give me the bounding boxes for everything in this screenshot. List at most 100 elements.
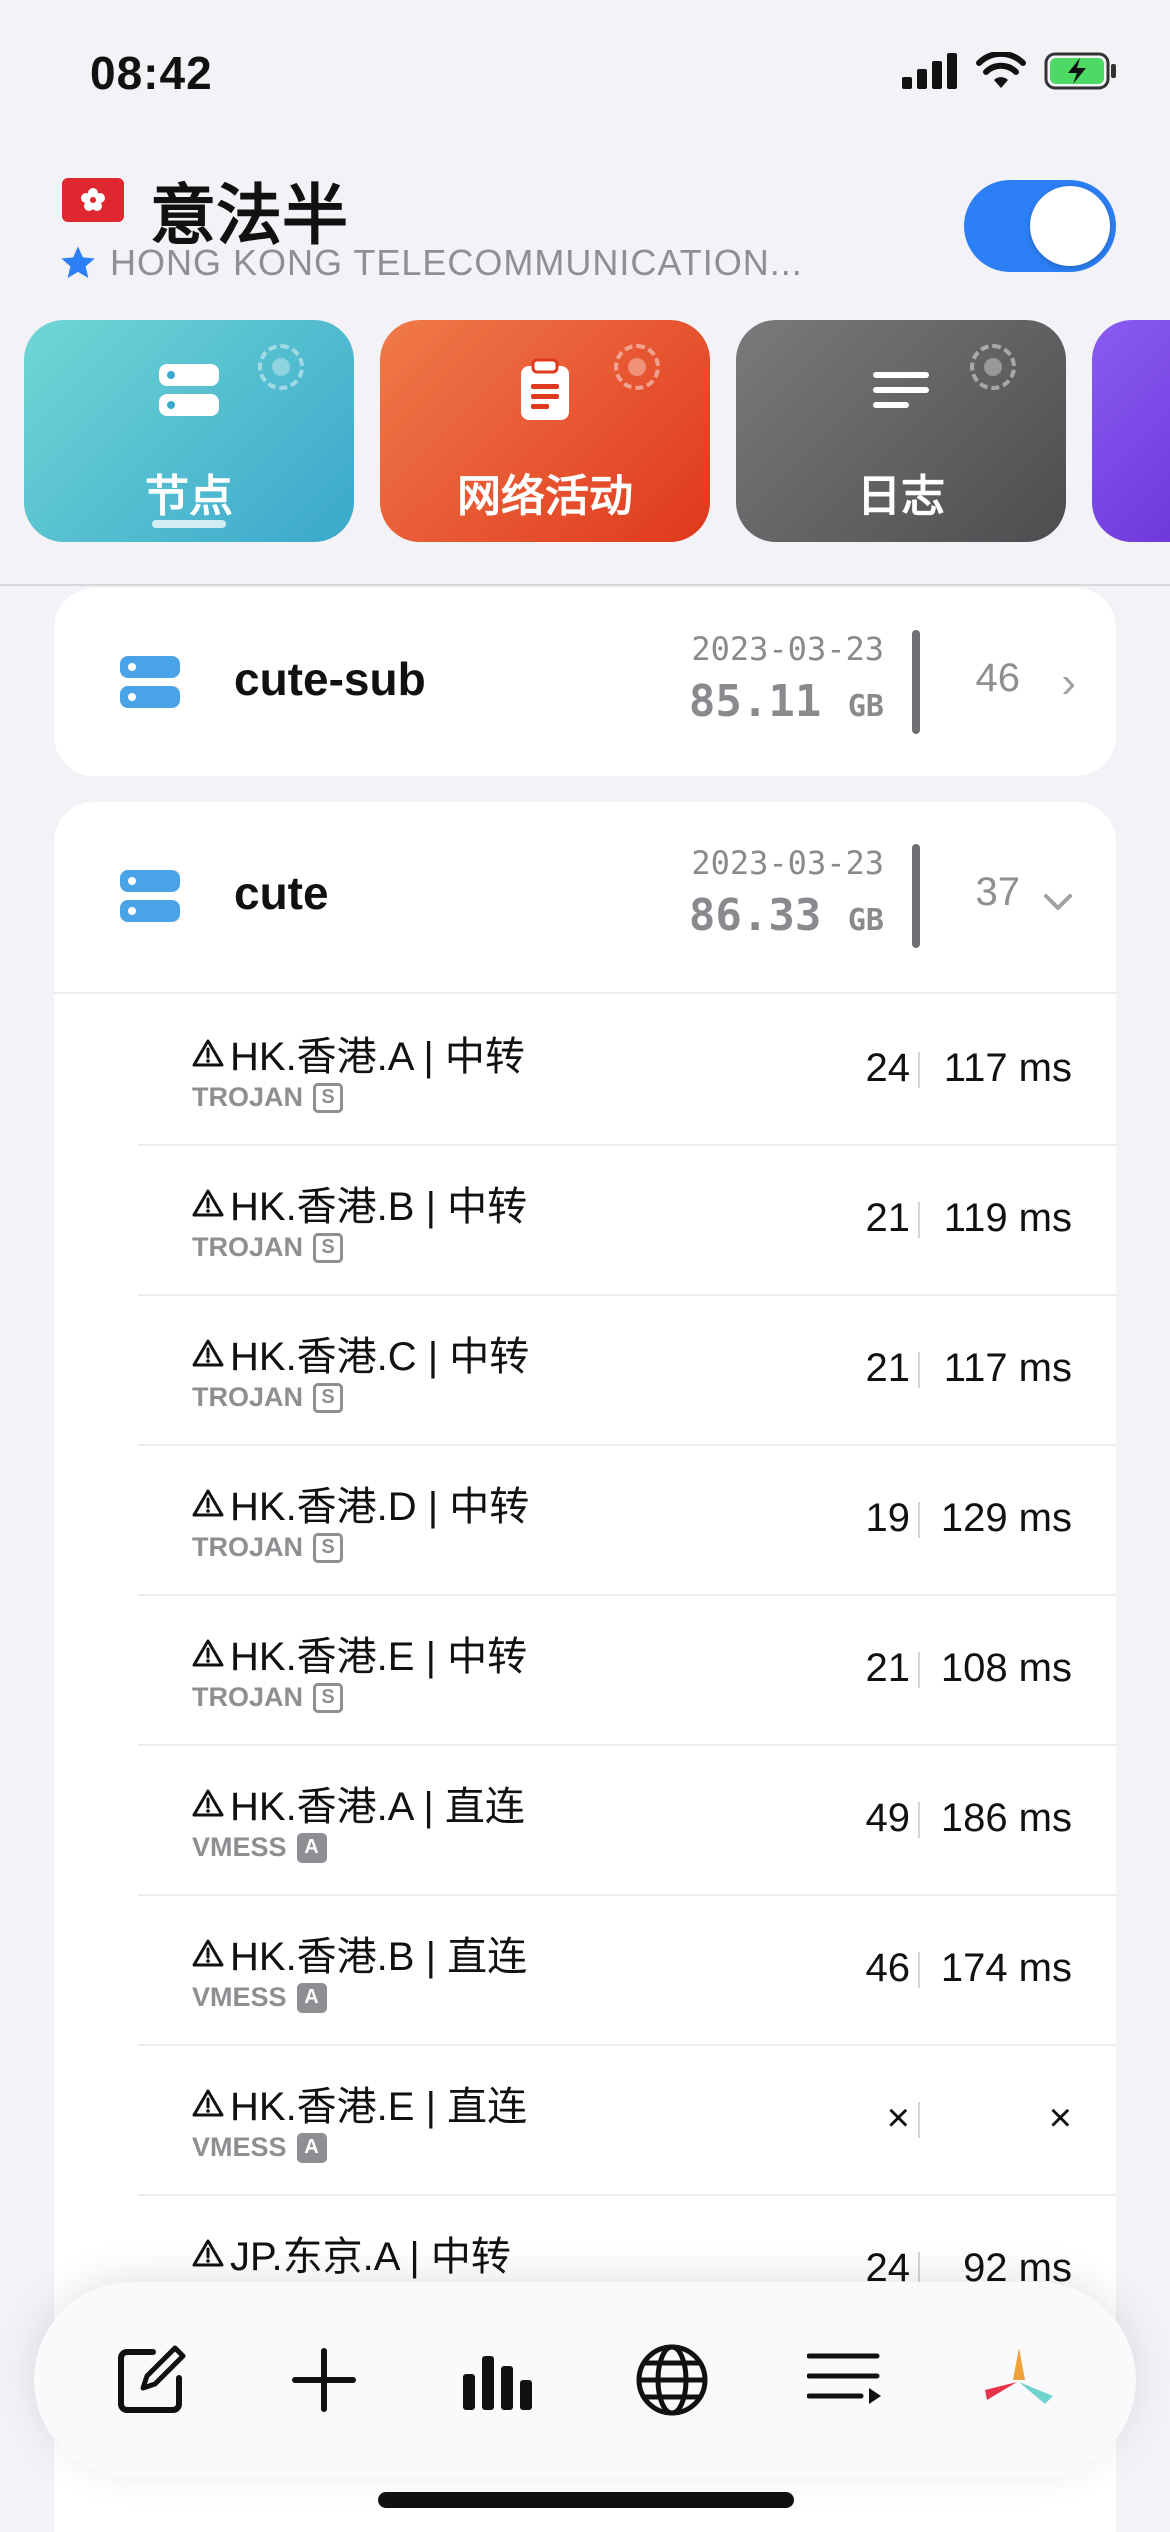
node-name: HK.香港.E | 直连 bbox=[230, 2085, 528, 2129]
node-count: 24 bbox=[865, 1046, 911, 1090]
app-logo-icon bbox=[985, 2348, 1054, 2404]
status-time: 08:42 bbox=[90, 47, 213, 99]
group-usage: 85.11 GB bbox=[689, 676, 884, 727]
globe-button[interactable] bbox=[617, 2325, 727, 2435]
group-header[interactable]: cute 2023-03-23 86.33 GB 37 bbox=[54, 802, 1116, 994]
node-row[interactable]: HK.香港.A | 中转 TROJAN S 24 117 ms bbox=[138, 996, 1116, 1146]
plus-icon bbox=[292, 2348, 357, 2412]
warning-icon bbox=[192, 1639, 224, 1667]
node-separator bbox=[918, 1952, 920, 1988]
node-badge: S bbox=[313, 1532, 344, 1563]
node-count: 49 bbox=[865, 1796, 911, 1840]
server-icon bbox=[159, 364, 219, 416]
node-count: 21 bbox=[865, 1346, 911, 1390]
node-name: HK.香港.B | 中转 bbox=[230, 1185, 528, 1229]
stats-button[interactable] bbox=[443, 2325, 553, 2435]
node-separator bbox=[918, 1202, 920, 1238]
node-name-wrap: HK.香港.E | 中转 bbox=[192, 1624, 527, 1682]
tab-network-label: 网络活动 bbox=[457, 472, 633, 521]
header-divider bbox=[0, 584, 1170, 586]
group-card-cute-sub[interactable]: cute-sub 2023-03-23 85.11 GB 46 › bbox=[54, 588, 1116, 776]
node-protocol: VMESS A bbox=[192, 2132, 327, 2163]
warning-icon bbox=[192, 1189, 224, 1217]
node-name-wrap: HK.香港.B | 直连 bbox=[192, 1924, 527, 1982]
group-name: cute-sub bbox=[234, 653, 426, 705]
lines-icon bbox=[873, 372, 929, 408]
usage-bar bbox=[912, 630, 920, 734]
usage-bar bbox=[912, 844, 920, 948]
node-latency: 174 ms bbox=[940, 1946, 1072, 1990]
node-separator bbox=[918, 1352, 920, 1388]
tab-network-activity[interactable]: 网络活动 bbox=[380, 320, 710, 542]
node-row[interactable]: HK.香港.D | 中转 TROJAN S 19 129 ms bbox=[138, 1446, 1116, 1596]
tab-nodes[interactable]: 节点 bbox=[24, 320, 354, 542]
isp-subtitle: HONG KONG TELECOMMUNICATION... bbox=[58, 242, 803, 284]
node-latency: 186 ms bbox=[940, 1796, 1072, 1840]
node-name: HK.香港.A | 直连 bbox=[230, 1785, 525, 1829]
node-row[interactable]: HK.香港.B | 直连 VMESS A 46 174 ms bbox=[138, 1896, 1116, 2046]
tab-log-label: 日志 bbox=[857, 472, 945, 521]
node-protocol-label: TROJAN bbox=[192, 1232, 304, 1262]
node-row[interactable]: HK.香港.C | 中转 TROJAN S 21 117 ms bbox=[138, 1296, 1116, 1446]
node-protocol: TROJAN S bbox=[192, 1682, 344, 1713]
node-name-wrap: HK.香港.A | 直连 bbox=[192, 1774, 525, 1832]
node-name-wrap: HK.香港.A | 中转 bbox=[192, 1024, 525, 1082]
node-name: HK.香港.B | 直连 bbox=[230, 1935, 528, 1979]
node-row[interactable]: HK.香港.E | 中转 TROJAN S 21 108 ms bbox=[138, 1596, 1116, 1746]
node-count: × bbox=[886, 2096, 910, 2140]
node-latency: 108 ms bbox=[940, 1646, 1072, 1690]
node-name: JP.东京.A | 中转 bbox=[230, 2235, 511, 2279]
chevron-down-icon bbox=[1044, 894, 1072, 910]
cellular-signal-icon bbox=[902, 53, 957, 89]
node-name: HK.香港.E | 中转 bbox=[230, 1635, 528, 1679]
group-card-cute: cute 2023-03-23 86.33 GB 37 HK.香港.A | 中转… bbox=[54, 802, 1116, 2532]
node-protocol-label: TROJAN bbox=[192, 1082, 304, 1112]
tab-log[interactable]: 日志 bbox=[736, 320, 1066, 542]
node-protocol: TROJAN S bbox=[192, 1232, 344, 1263]
node-latency: 117 ms bbox=[943, 1046, 1072, 1090]
node-latency: 119 ms bbox=[943, 1196, 1072, 1240]
node-name: HK.香港.A | 中转 bbox=[230, 1035, 525, 1079]
header: 意法半 HONG KONG TELECOMMUNICATION... bbox=[0, 150, 1170, 320]
node-protocol: TROJAN S bbox=[192, 1532, 344, 1563]
warning-icon bbox=[192, 1339, 224, 1367]
node-name: HK.香港.C | 中转 bbox=[230, 1335, 530, 1379]
node-separator bbox=[918, 1802, 920, 1838]
node-count: 21 bbox=[865, 1196, 911, 1240]
node-count: 19 bbox=[865, 1496, 911, 1540]
warning-icon bbox=[192, 1039, 224, 1067]
group-usage-unit: GB bbox=[847, 903, 884, 938]
node-badge: A bbox=[296, 1982, 327, 2013]
tab-more[interactable] bbox=[1092, 320, 1170, 542]
node-row[interactable]: HK.香港.A | 直连 VMESS A 49 186 ms bbox=[138, 1746, 1116, 1896]
group-date: 2023-03-23 bbox=[691, 844, 884, 882]
list-button[interactable] bbox=[790, 2325, 900, 2435]
edit-button[interactable] bbox=[96, 2325, 206, 2435]
app-logo-button[interactable] bbox=[964, 2325, 1074, 2435]
chevron-right-icon: › bbox=[1061, 658, 1076, 707]
warning-icon bbox=[192, 1489, 224, 1517]
warning-icon bbox=[192, 1939, 224, 1967]
group-usage-unit: GB bbox=[847, 689, 884, 724]
group-date: 2023-03-23 bbox=[691, 630, 884, 668]
node-row[interactable]: HK.香港.E | 直连 VMESS A × × bbox=[138, 2046, 1116, 2196]
node-protocol-label: VMESS bbox=[192, 1832, 287, 1862]
active-tab-indicator bbox=[152, 520, 226, 528]
add-button[interactable] bbox=[269, 2325, 379, 2435]
node-row[interactable]: HK.香港.B | 中转 TROJAN S 21 119 ms bbox=[138, 1146, 1116, 1296]
hong-kong-flag-icon bbox=[62, 178, 124, 222]
vpn-toggle[interactable] bbox=[964, 180, 1116, 272]
group-name: cute bbox=[234, 867, 329, 919]
bottom-toolbar bbox=[34, 2282, 1136, 2478]
clipboard-icon bbox=[521, 358, 569, 420]
isp-name: HONG KONG TELECOMMUNICATION... bbox=[110, 242, 803, 283]
node-count: 21 bbox=[865, 1646, 911, 1690]
tab-nodes-label: 节点 bbox=[145, 472, 233, 521]
group-header[interactable]: cute-sub 2023-03-23 85.11 GB 46 › bbox=[54, 588, 1116, 776]
node-protocol-label: VMESS bbox=[192, 2132, 287, 2162]
node-protocol-label: TROJAN bbox=[192, 1682, 304, 1712]
edit-icon bbox=[117, 2345, 186, 2413]
group-meta: 2023-03-23 85.11 GB bbox=[689, 630, 884, 727]
node-badge: S bbox=[313, 1382, 344, 1413]
node-protocol-label: VMESS bbox=[192, 1982, 287, 2012]
